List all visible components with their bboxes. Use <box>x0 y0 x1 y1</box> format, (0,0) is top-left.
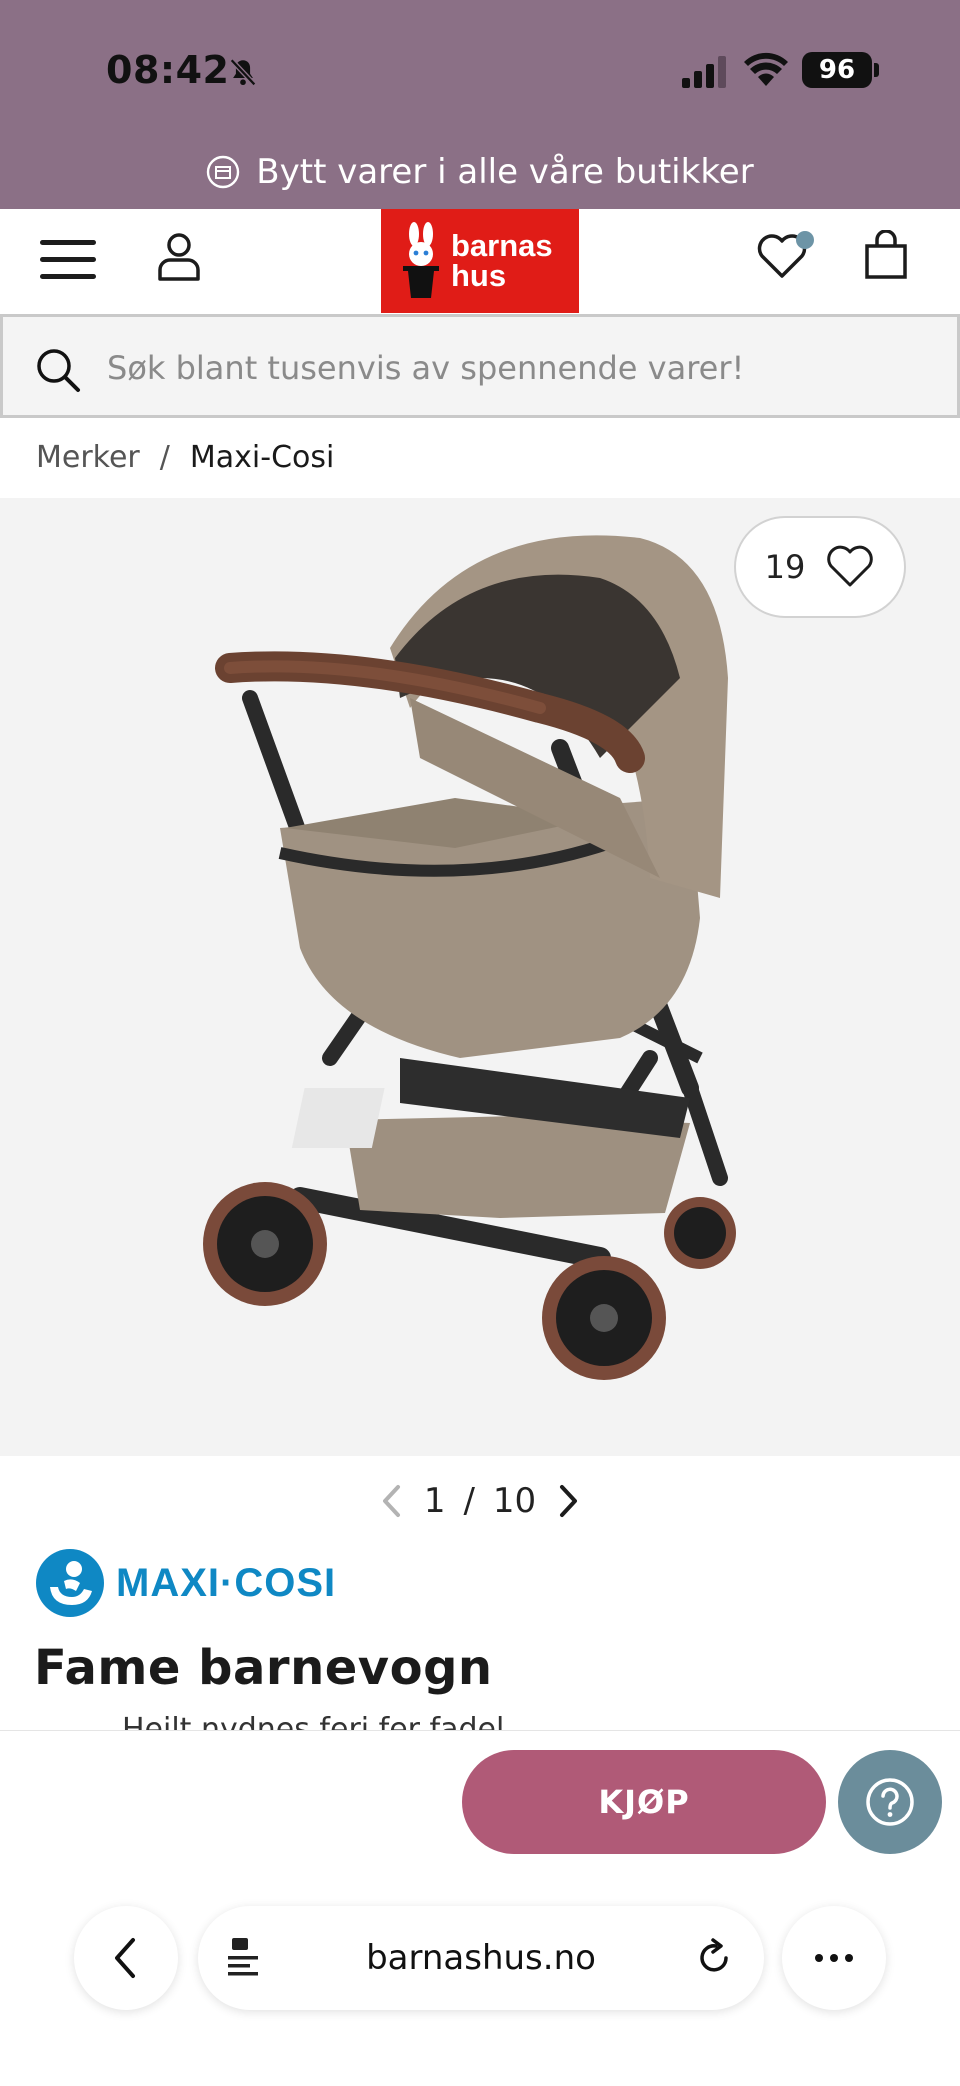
search-input[interactable] <box>107 343 927 393</box>
promo-text: Bytt varer i alle våre butikker <box>256 152 754 192</box>
breadcrumb: Merker / Maxi-Cosi <box>36 440 334 475</box>
brand-name: MAXI·COSI <box>116 1560 337 1605</box>
more-dot <box>845 1954 853 1962</box>
breadcrumb-item-merker[interactable]: Merker <box>36 440 140 475</box>
more-dot <box>815 1954 823 1962</box>
browser-address-bar[interactable]: barnashus.no <box>198 1906 764 2010</box>
account-icon[interactable] <box>156 232 202 282</box>
buy-button[interactable]: KJØP <box>462 1750 826 1854</box>
shopping-bag-icon[interactable] <box>864 230 908 280</box>
status-time: 08:42 <box>106 48 230 92</box>
reload-icon[interactable] <box>694 1936 734 1980</box>
battery-indicator: 96 <box>802 52 872 88</box>
search-bar[interactable] <box>0 314 960 418</box>
favorite-count-button[interactable]: 19 <box>734 516 906 618</box>
heart-outline-icon <box>827 545 874 587</box>
rabbit-in-hat-icon <box>403 222 439 298</box>
brand-logo-maxi-cosi[interactable]: MAXI·COSI <box>34 1546 374 1620</box>
logo-text-line2: hus <box>451 258 507 293</box>
chevron-right-icon[interactable] <box>554 1483 582 1519</box>
wifi-icon <box>744 52 788 86</box>
cellular-signal-icon <box>682 56 726 88</box>
product-image-stroller <box>203 535 736 1380</box>
logo-text-line1: barnas <box>451 228 553 263</box>
pager-separator: / <box>463 1481 475 1521</box>
favorite-count: 19 <box>764 548 806 586</box>
breadcrumb-item-maxi-cosi[interactable]: Maxi-Cosi <box>190 440 334 475</box>
breadcrumb-separator: / <box>159 440 170 475</box>
search-icon <box>37 349 80 392</box>
browser-more-button[interactable] <box>782 1906 886 2010</box>
help-button[interactable] <box>838 1750 942 1854</box>
page-menu-icon[interactable] <box>226 1936 266 1980</box>
help-icon <box>866 1778 914 1826</box>
image-total: 10 <box>492 1481 537 1521</box>
browser-url-text: barnashus.no <box>366 1938 596 1978</box>
barnashus-logo[interactable]: barnas hus <box>381 209 579 313</box>
image-pager: 1 / 10 <box>0 1476 960 1526</box>
bell-off-icon <box>229 58 257 87</box>
chevron-left-icon <box>115 1938 135 1978</box>
browser-back-button[interactable] <box>74 1906 178 2010</box>
promo-banner[interactable]: Bytt varer i alle våre butikker <box>0 148 960 196</box>
maxi-cosi-emblem-icon <box>36 1549 104 1617</box>
exchange-box-icon <box>207 155 240 189</box>
menu-icon[interactable] <box>40 238 96 282</box>
more-dot <box>830 1954 838 1962</box>
product-image-gallery[interactable] <box>0 498 960 1456</box>
product-title: Fame barnevogn <box>34 1640 493 1696</box>
chevron-left-icon[interactable] <box>378 1483 406 1519</box>
image-index: 1 <box>423 1481 446 1521</box>
battery-tip <box>874 63 879 77</box>
product-subtitle-partial: Heilt nydnes feri fer fadel <box>122 1712 505 1730</box>
wishlist-badge-dot <box>796 231 814 249</box>
